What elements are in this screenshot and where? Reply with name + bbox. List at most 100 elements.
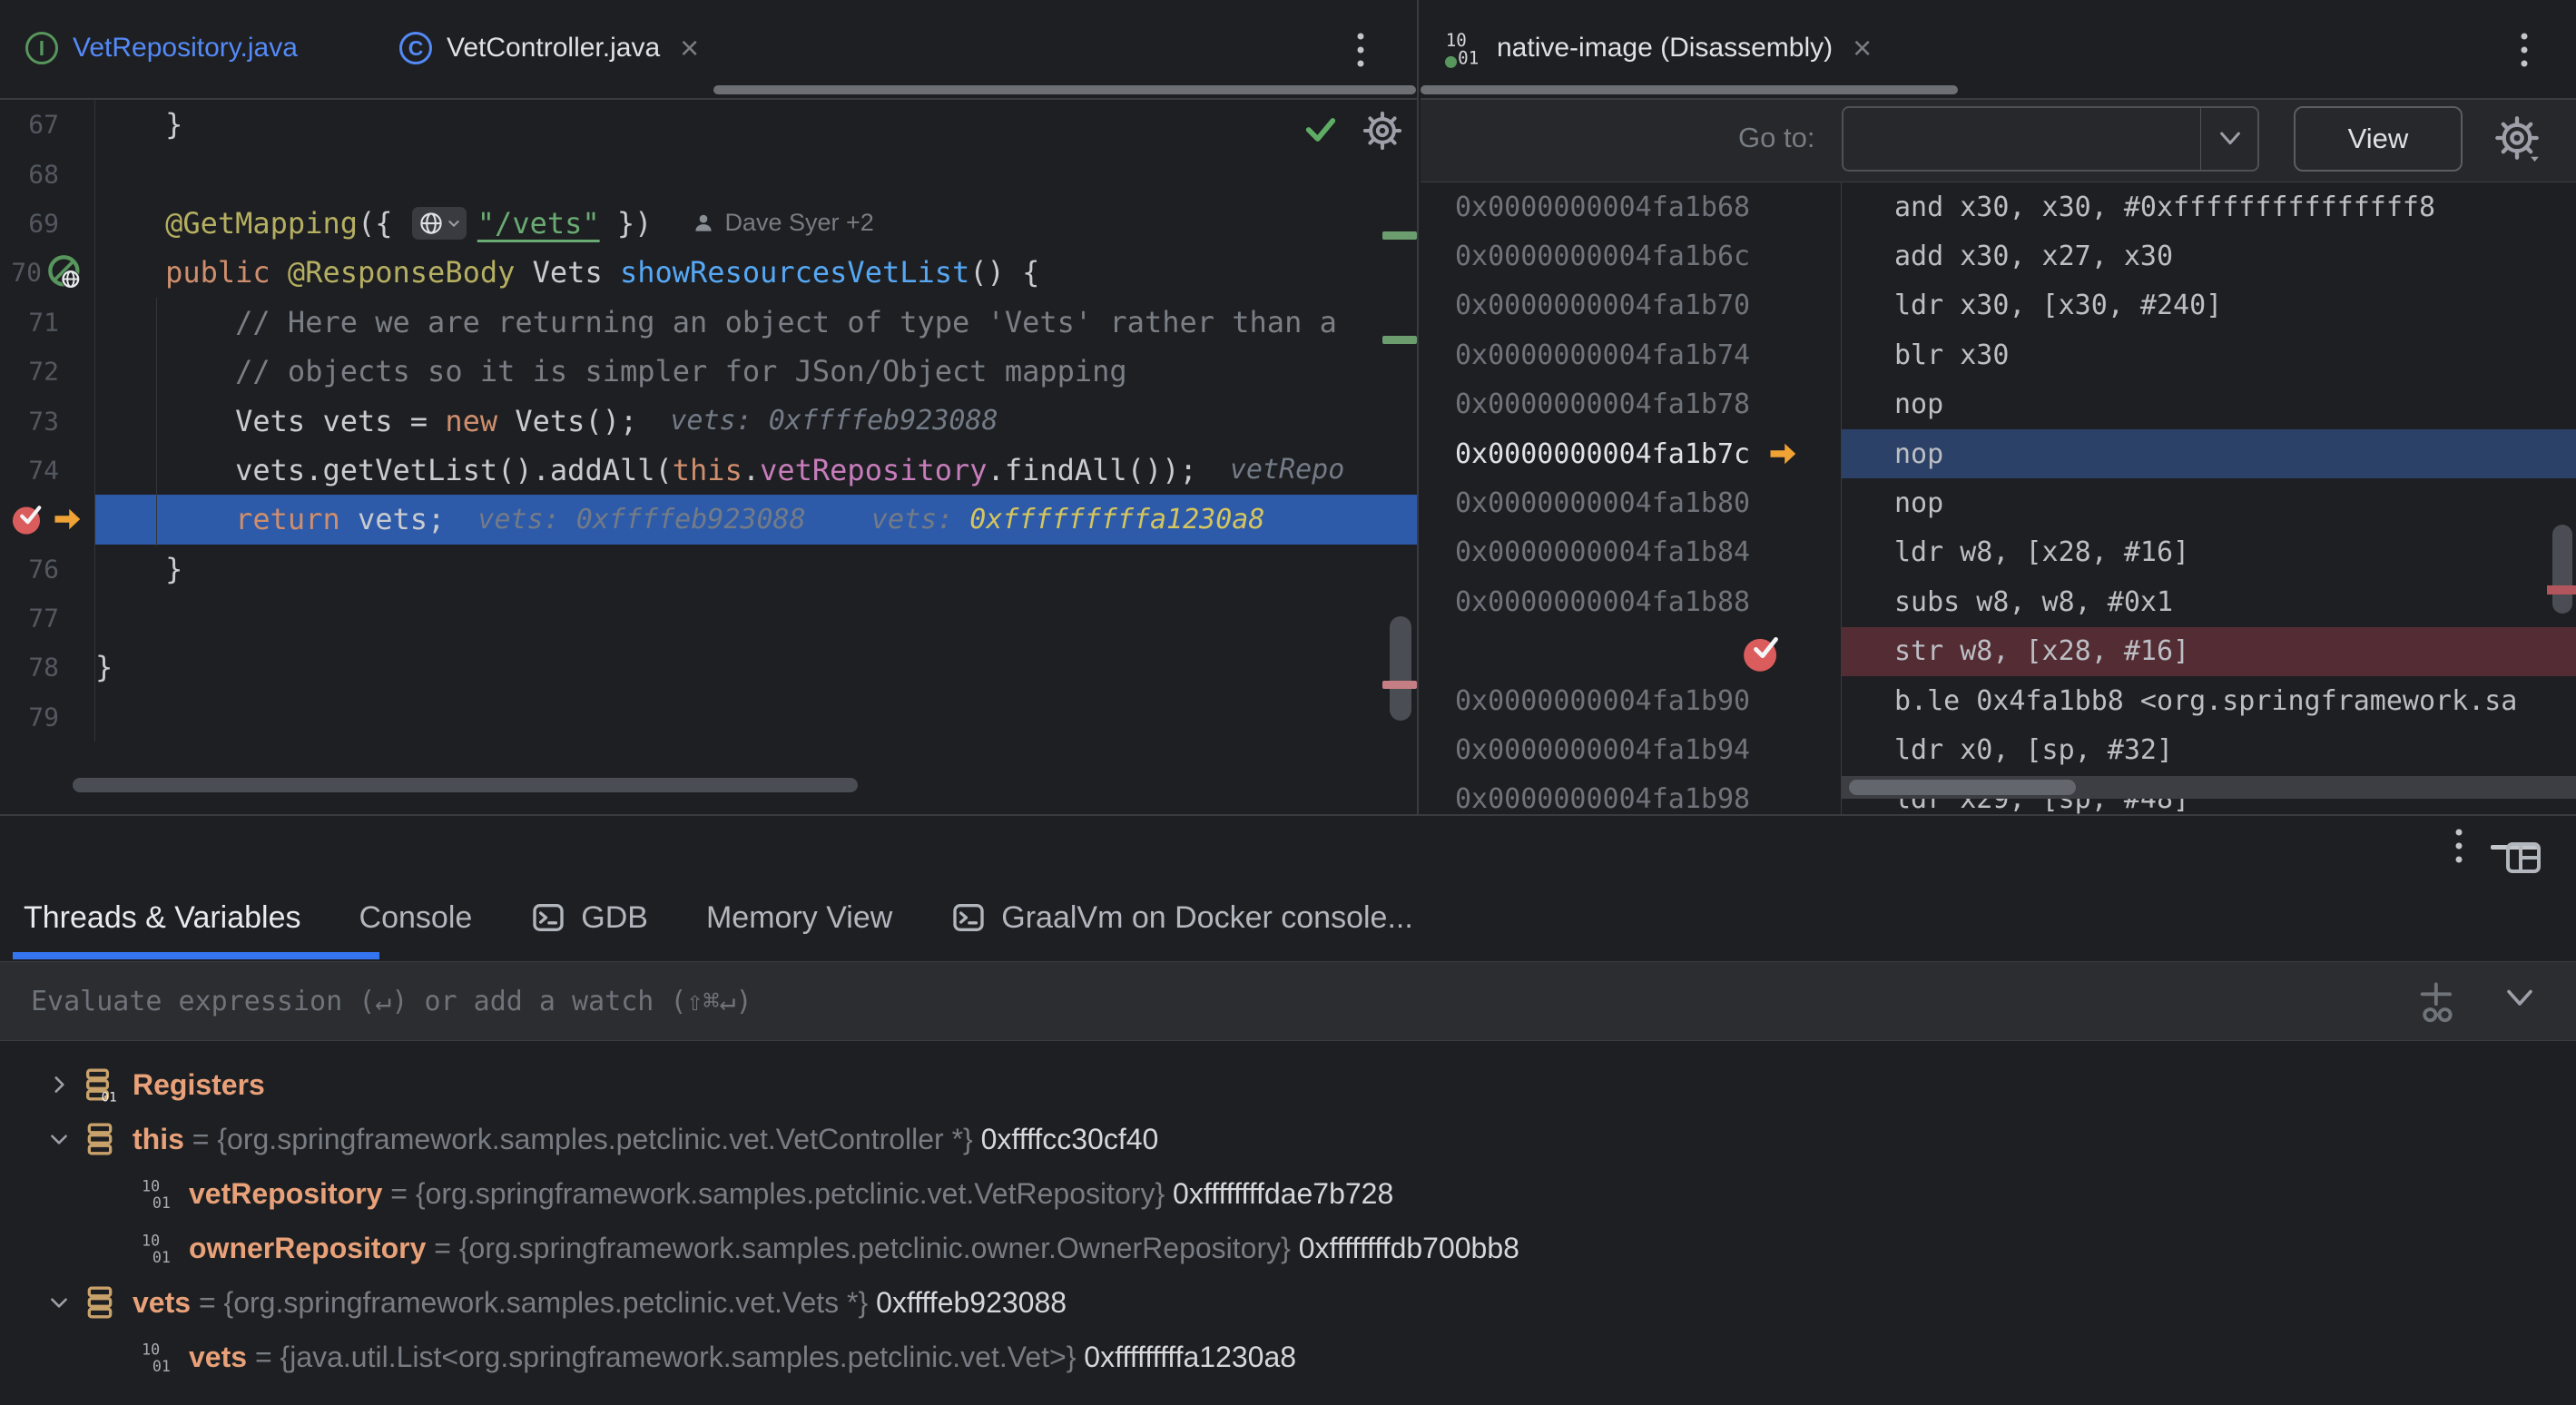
tab-memory-view[interactable]: Memory View	[706, 900, 892, 936]
chevron-down-icon[interactable]	[36, 1291, 82, 1314]
evaluate-expression-input[interactable]: Evaluate expression (↵) or add a watch (…	[0, 961, 2576, 1041]
gutter-line-67[interactable]: 67	[0, 100, 95, 149]
code-line-71[interactable]: 71 // Here we are returning an object of…	[0, 298, 1417, 347]
code-text[interactable]: @GetMapping({ "/vets" })Dave Syer +2	[95, 199, 1417, 248]
code-line-79[interactable]: 79	[0, 693, 1417, 742]
breakpoint-icon[interactable]	[1741, 634, 1781, 681]
gutter-line-75[interactable]	[0, 495, 95, 544]
editor-horizontal-scrollbar[interactable]	[73, 778, 858, 792]
disassembly-row[interactable]: 0x0000000004fa1b84ldr w8, [x28, #16]	[1421, 528, 2576, 577]
variable-row-registers[interactable]: 01Registers	[0, 1057, 2576, 1112]
disassembly-row[interactable]: str w8, [x28, #16]	[1421, 627, 2576, 676]
code-editor[interactable]: 67 }6869 @GetMapping({ "/vets" })Dave Sy…	[0, 100, 1417, 814]
tab-console[interactable]: Console	[359, 900, 473, 936]
inspections-ok-icon[interactable]	[1303, 114, 1339, 150]
code-text[interactable]: vets.getVetList().addAll(this.vetReposit…	[95, 446, 1417, 495]
disassembly-row[interactable]: 0x0000000004fa1b6cadd x30, x27, x30	[1421, 231, 2576, 280]
tab-vetcontroller[interactable]: C VetController.java ×	[399, 0, 699, 96]
chevron-down-icon[interactable]	[36, 1127, 82, 1151]
code-line-70[interactable]: 70 public @ResponseBody Vets showResourc…	[0, 248, 1417, 297]
disassembly-row[interactable]: 0x0000000004fa1b78nop	[1421, 380, 2576, 429]
gutter-line-74[interactable]: 74	[0, 446, 95, 495]
tab-scrollbar[interactable]	[713, 85, 1416, 94]
disassembly-row[interactable]: 0x0000000004fa1b68and x30, x30, #0xfffff…	[1421, 182, 2576, 231]
code-line-75[interactable]: return vets; vets: 0xffffeb923088 vets: …	[0, 495, 1417, 544]
code-text[interactable]: }	[95, 643, 1417, 692]
close-icon[interactable]: ×	[1853, 32, 1872, 64]
variable-row-vets[interactable]: 1001vets = {java.util.List<org.springfra…	[0, 1330, 2576, 1384]
layout-settings-icon[interactable]	[2502, 836, 2545, 884]
code-text[interactable]: Vets vets = new Vets(); vets: 0xffffeb92…	[95, 396, 1417, 445]
disassembly-row[interactable]: 0x0000000004fa1b74blr x30	[1421, 330, 2576, 379]
code-line-77[interactable]: 77	[0, 594, 1417, 643]
gutter-line-78[interactable]: 78	[0, 643, 95, 692]
gutter-line-73[interactable]: 73	[0, 396, 95, 445]
disassembly-row[interactable]: 0x0000000004fa1b94ldr x0, [sp, #32]	[1421, 725, 2576, 774]
view-button[interactable]: View	[2294, 106, 2463, 172]
add-watch-icon[interactable]	[2414, 978, 2462, 1030]
gutter-line-68[interactable]: 68	[0, 149, 95, 198]
code-line-73[interactable]: 73 Vets vets = new Vets(); vets: 0xffffe…	[0, 396, 1417, 445]
disassembly-table[interactable]: 0x0000000004fa1b68and x30, x30, #0xfffff…	[1421, 182, 2576, 814]
disassembly-row[interactable]: 0x0000000004fa1b90b.le 0x4fa1bb8 <org.sp…	[1421, 676, 2576, 725]
variable-row-vetrepository[interactable]: 1001vetRepository = {org.springframework…	[0, 1166, 2576, 1221]
url-globe-chip[interactable]	[412, 207, 467, 240]
kebab-menu-icon[interactable]	[2518, 27, 2531, 73]
gutter-line-69[interactable]: 69	[0, 199, 95, 248]
disassembly-row[interactable]: 0x0000000004fa1b88subs w8, w8, #0x1	[1421, 577, 2576, 626]
git-author-hint[interactable]: Dave Syer +2	[692, 209, 873, 237]
code-token: vetRepository	[760, 453, 987, 487]
disassembly-row[interactable]: 0x0000000004fa1b7cnop	[1421, 429, 2576, 478]
tab-gdb[interactable]: GDB	[530, 899, 648, 936]
code-text[interactable]: return vets; vets: 0xffffeb923088 vets: …	[95, 495, 1417, 544]
editor-vertical-scrollbar[interactable]	[1390, 616, 1411, 721]
code-text[interactable]: // Here we are returning an object of ty…	[95, 298, 1417, 347]
variable-row-vets[interactable]: vets = {org.springframework.samples.petc…	[0, 1275, 2576, 1330]
code-line-67[interactable]: 67 }	[0, 100, 1417, 149]
chevron-right-icon[interactable]	[36, 1073, 82, 1096]
code-text[interactable]	[95, 594, 1417, 643]
code-line-69[interactable]: 69 @GetMapping({ "/vets" })Dave Syer +2	[0, 199, 1417, 248]
goto-address-combobox[interactable]	[1842, 106, 2259, 172]
kebab-menu-icon[interactable]	[1354, 27, 1367, 73]
tab-vetrepository[interactable]: I VetRepository.java	[25, 0, 298, 96]
code-text[interactable]: public @ResponseBody Vets showResourcesV…	[95, 248, 1417, 297]
chevron-down-icon[interactable]	[2217, 130, 2243, 152]
code-line-72[interactable]: 72 // objects so it is simpler for JSon/…	[0, 347, 1417, 396]
code-text[interactable]	[95, 693, 1417, 742]
gutter-line-76[interactable]: 76	[0, 545, 95, 594]
code-line-76[interactable]: 76 }	[0, 545, 1417, 594]
code-line-68[interactable]: 68	[0, 149, 1417, 198]
kebab-menu-icon[interactable]	[2453, 823, 2465, 873]
gutter-line-70[interactable]: 70	[0, 248, 95, 297]
disassembly-horizontal-scrollbar[interactable]	[1842, 776, 2576, 799]
disassembly-vertical-scrollbar[interactable]	[2552, 525, 2572, 614]
endpoint-gutter-icon[interactable]	[47, 254, 84, 290]
disassembly-row[interactable]: 0x0000000004fa1b70ldr x30, [x30, #240]	[1421, 281, 2576, 330]
disassembly-gear-icon[interactable]	[2493, 114, 2541, 166]
code-line-78[interactable]: 78}	[0, 643, 1417, 692]
breakpoint-icon[interactable]	[9, 502, 44, 536]
code-text[interactable]: // objects so it is simpler for JSon/Obj…	[95, 347, 1417, 396]
tab-native-image[interactable]: 10 01 native-image (Disassembly) ×	[1440, 0, 1872, 96]
code-text[interactable]: }	[95, 545, 1417, 594]
editor-gear-icon[interactable]	[1362, 111, 1402, 155]
gutter-line-79[interactable]: 79	[0, 693, 95, 742]
code-text[interactable]: }	[95, 100, 1417, 149]
variable-row-ownerrepository[interactable]: 1001ownerRepository = {org.springframewo…	[0, 1221, 2576, 1275]
tab-threads-variables[interactable]: Threads & Variables	[24, 900, 301, 936]
inline-debugger-hint: 0xfffffffffa1230a8	[969, 504, 1264, 535]
tab-graalvm-docker-console[interactable]: GraalVm on Docker console...	[950, 899, 1413, 936]
gutter-line-77[interactable]: 77	[0, 594, 95, 643]
close-icon[interactable]: ×	[680, 32, 699, 64]
disassembly-row[interactable]: 0x0000000004fa1b80nop	[1421, 478, 2576, 527]
gutter-line-72[interactable]: 72	[0, 347, 95, 396]
code-text[interactable]	[95, 149, 1417, 198]
variable-row-this[interactable]: this = {org.springframework.samples.petc…	[0, 1112, 2576, 1166]
editor-tab-bar: I VetRepository.java C VetController.jav…	[0, 0, 1417, 100]
gutter-line-71[interactable]: 71	[0, 298, 95, 347]
chevron-down-icon[interactable]	[2503, 987, 2536, 1014]
code-line-74[interactable]: 74 vets.getVetList().addAll(this.vetRepo…	[0, 446, 1417, 495]
tab-scrollbar[interactable]	[1421, 85, 1958, 94]
scrollbar-thumb[interactable]	[1849, 780, 2076, 795]
